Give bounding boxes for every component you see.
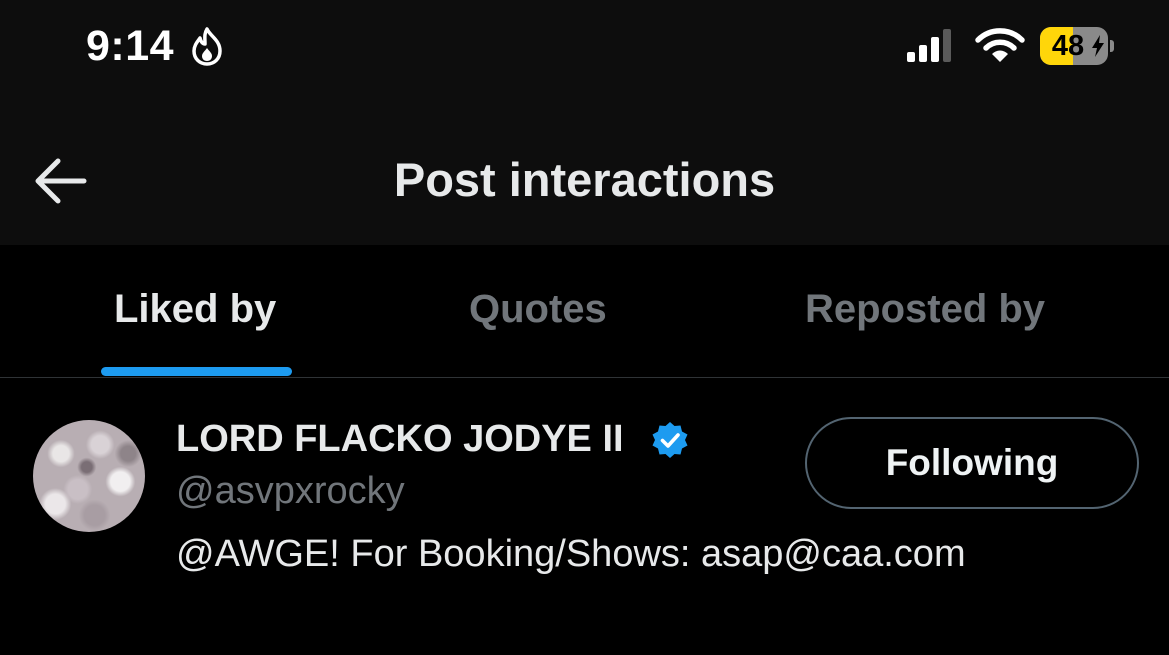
wifi-icon xyxy=(975,28,1025,62)
battery-percent: 48 xyxy=(1051,30,1085,62)
status-time: 9:14 xyxy=(86,22,175,70)
battery-nub xyxy=(1110,40,1114,52)
user-handle[interactable]: @asvpxrocky xyxy=(176,470,405,513)
tab-liked-by[interactable]: Liked by xyxy=(114,287,276,332)
battery-indicator: 48 xyxy=(1040,27,1108,65)
user-display-name[interactable]: LORD FLACKO JODYE II xyxy=(176,418,624,461)
charging-bolt-icon xyxy=(1092,35,1104,57)
user-bio: @AWGE! For Booking/Shows: asap@caa.com xyxy=(176,533,966,575)
following-button-label: Following xyxy=(885,442,1059,483)
tab-quotes[interactable]: Quotes xyxy=(469,287,607,332)
cellular-signal-icon xyxy=(907,29,951,62)
tab-reposted-by[interactable]: Reposted by xyxy=(805,287,1045,332)
verified-badge-icon xyxy=(652,422,688,458)
flame-icon xyxy=(192,27,222,66)
following-button[interactable]: Following xyxy=(805,417,1139,509)
avatar[interactable] xyxy=(33,420,145,532)
page-title: Post interactions xyxy=(393,153,776,206)
active-tab-indicator xyxy=(101,367,292,376)
tab-divider xyxy=(0,377,1169,378)
